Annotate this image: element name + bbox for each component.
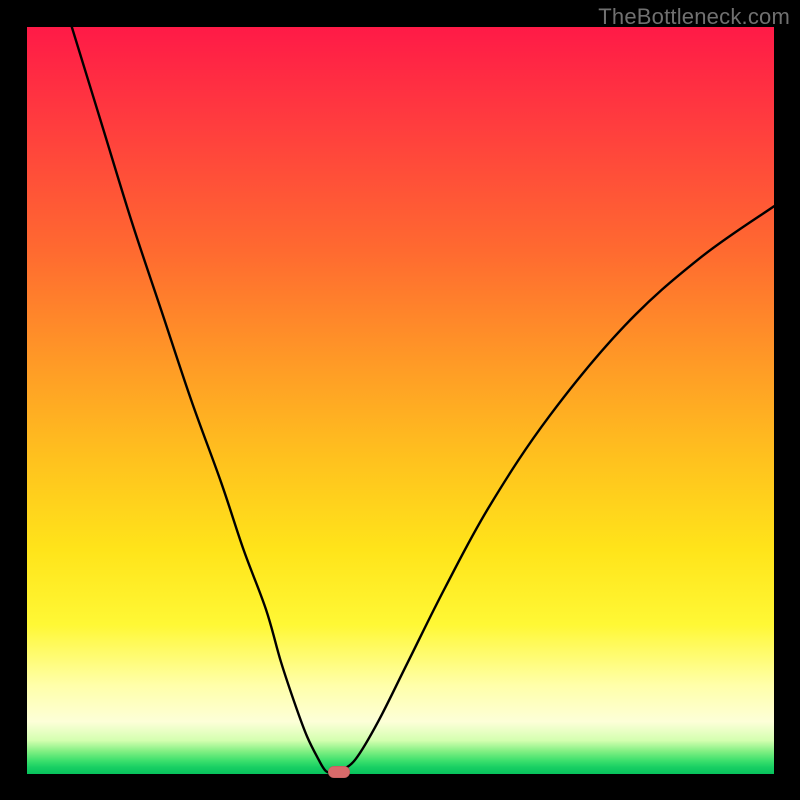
watermark-text: TheBottleneck.com: [598, 4, 790, 30]
optimal-point-marker: [328, 766, 350, 778]
plot-area: [27, 27, 774, 774]
bottleneck-curve: [27, 27, 774, 774]
chart-container: TheBottleneck.com: [0, 0, 800, 800]
